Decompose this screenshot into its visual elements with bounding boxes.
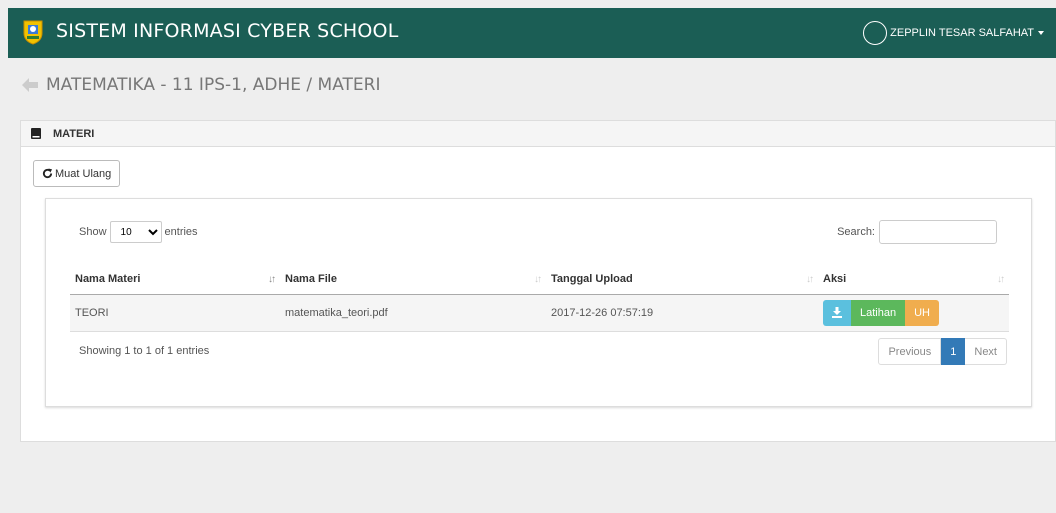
school-logo-icon	[23, 20, 43, 45]
sort-icon: ↓↑	[806, 274, 814, 285]
search-label: Search:	[837, 226, 875, 238]
pagination: Previous 1 Next	[878, 338, 1007, 365]
column-label: Aksi	[823, 273, 847, 286]
table-info: Showing 1 to 1 of 1 entries	[79, 345, 210, 357]
sort-asc-icon: ↓↑	[268, 274, 276, 285]
cell-aksi: Latihan UH	[818, 294, 1009, 332]
page-length-control: Show 10 entries	[79, 221, 198, 243]
previous-page-button[interactable]: Previous	[878, 338, 942, 365]
sort-icon: ↓↑	[997, 274, 1005, 285]
column-header-tanggal-upload[interactable]: Tanggal Upload ↓↑	[546, 265, 818, 295]
page-length-select[interactable]: 10	[109, 221, 162, 243]
cell-nama-file: matematika_teori.pdf	[280, 294, 546, 332]
action-button-group: Latihan UH	[823, 299, 939, 326]
user-name: ZEPPLIN TESAR SALFAHAT	[890, 27, 1034, 39]
show-label: Show	[79, 226, 107, 238]
cell-tanggal-upload: 2017-12-26 07:57:19	[546, 294, 818, 332]
datatable-box: Show 10 entries Search: Nama Materi ↓↑ N…	[45, 198, 1032, 407]
avatar	[863, 21, 888, 45]
reload-label: Muat Ulang	[55, 167, 112, 180]
arrow-left-icon[interactable]	[20, 75, 40, 95]
column-label: Tanggal Upload	[551, 273, 633, 286]
reload-button[interactable]: Muat Ulang	[33, 160, 121, 187]
sort-icon: ↓↑	[534, 274, 542, 285]
table-row: TEORI matematika_teori.pdf 2017-12-26 07…	[70, 294, 1009, 332]
column-header-nama-materi[interactable]: Nama Materi ↓↑	[70, 265, 280, 295]
materi-panel: MATERI Muat Ulang Show 10 entries Search…	[20, 120, 1056, 442]
download-button[interactable]	[823, 299, 851, 326]
breadcrumb: MATEMATIKA - 11 IPS-1, ADHE / MATERI	[20, 75, 380, 95]
next-page-button[interactable]: Next	[965, 338, 1007, 365]
search-control: Search:	[837, 220, 997, 244]
page-1-button[interactable]: 1	[941, 338, 966, 365]
entries-label: entries	[164, 226, 198, 238]
book-icon	[31, 128, 41, 139]
column-label: Nama Materi	[75, 273, 141, 286]
panel-title: MATERI	[53, 127, 95, 140]
column-label: Nama File	[285, 273, 337, 286]
user-menu[interactable]: ZEPPLIN TESAR SALFAHAT	[863, 21, 1044, 45]
download-icon	[832, 307, 842, 318]
app-title: SISTEM INFORMASI CYBER SCHOOL	[56, 20, 399, 42]
column-header-nama-file[interactable]: Nama File ↓↑	[280, 265, 546, 295]
materi-table: Nama Materi ↓↑ Nama File ↓↑ Tanggal Uplo…	[70, 265, 1009, 332]
uh-button[interactable]: UH	[905, 299, 939, 326]
top-navbar: SISTEM INFORMASI CYBER SCHOOL ZEPPLIN TE…	[8, 8, 1056, 58]
search-input[interactable]	[879, 220, 997, 244]
latihan-button[interactable]: Latihan	[851, 299, 906, 326]
table-header-row: Nama Materi ↓↑ Nama File ↓↑ Tanggal Uplo…	[70, 265, 1009, 295]
page-title: MATEMATIKA - 11 IPS-1, ADHE / MATERI	[46, 75, 381, 95]
refresh-icon	[42, 168, 53, 179]
chevron-down-icon	[1038, 31, 1044, 35]
cell-nama-materi: TEORI	[70, 294, 280, 332]
column-header-aksi[interactable]: Aksi ↓↑	[818, 265, 1009, 295]
panel-heading: MATERI	[21, 121, 1055, 147]
